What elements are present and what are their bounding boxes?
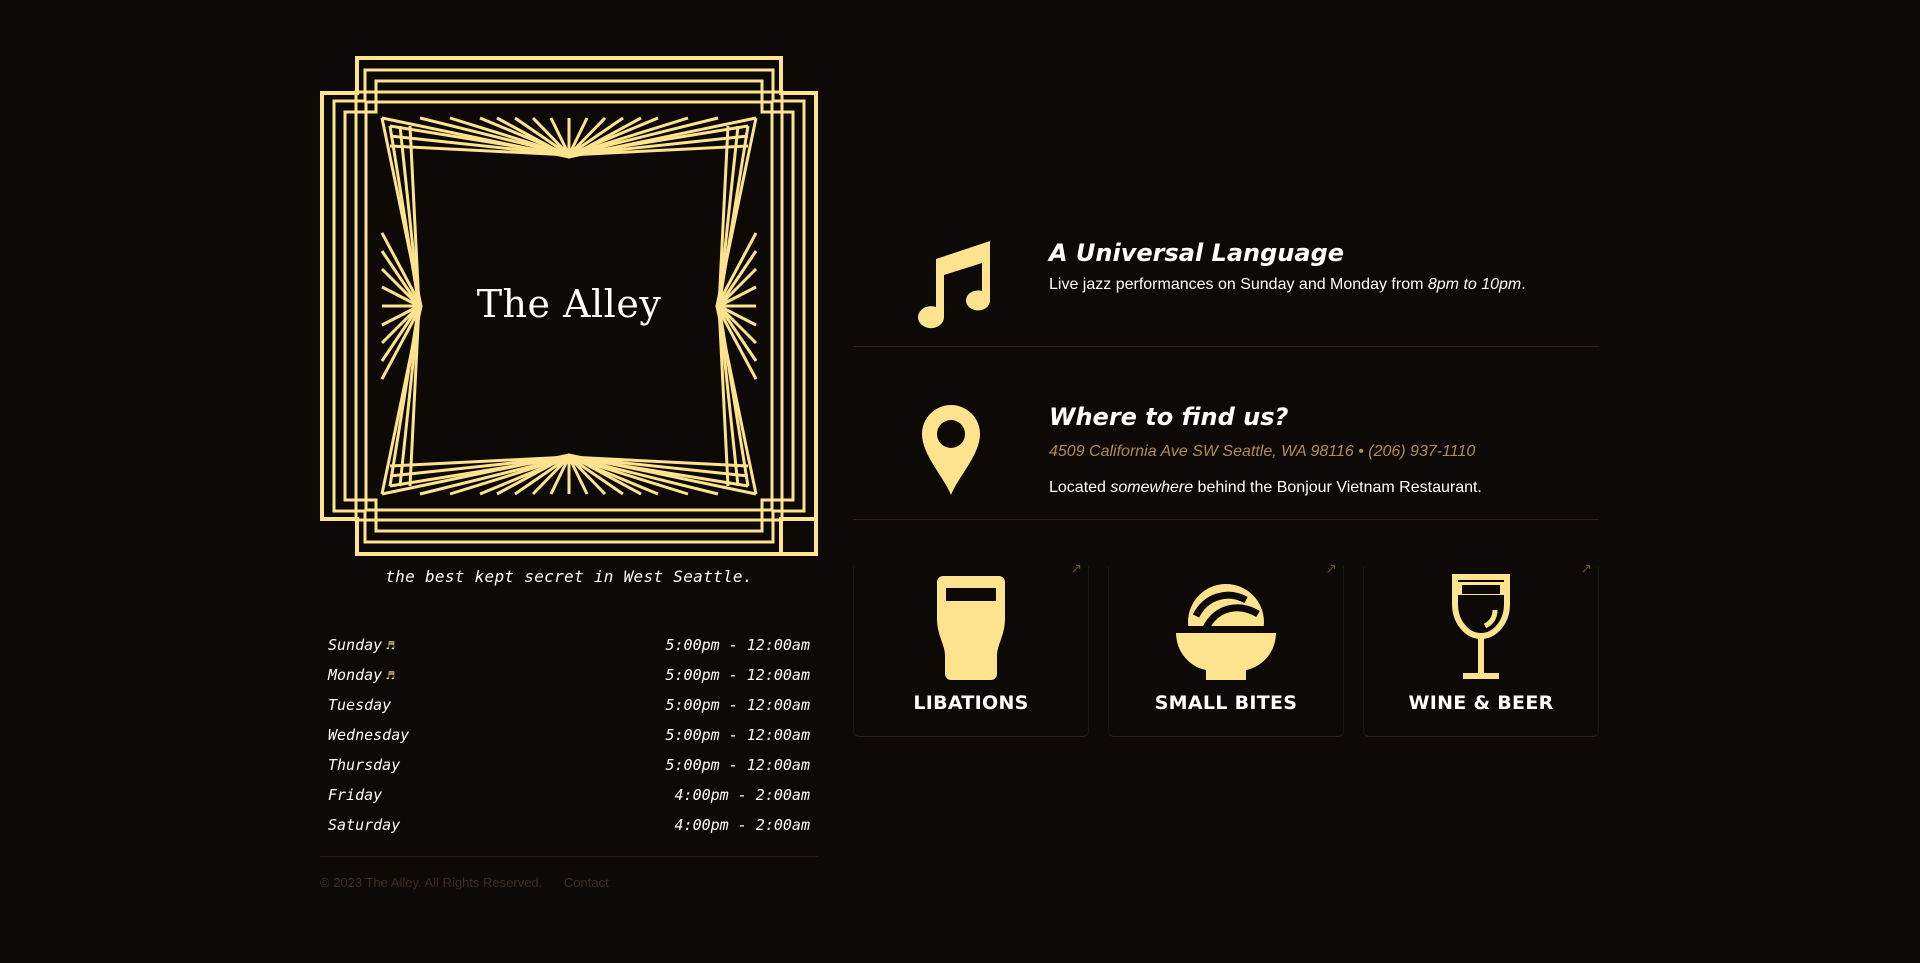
hours-time: 5:00pm - 12:00am (665, 636, 811, 654)
hours-time: 5:00pm - 12:00am (665, 726, 811, 744)
hours-day: Monday ♬ (328, 666, 395, 684)
card-label: LIBATIONS (913, 692, 1029, 714)
menu-cards: ↗ LIBATIONS ↗ SMALL BITES ↗ WINE & BEER (853, 561, 1599, 737)
hours-time: 5:00pm - 12:00am (665, 756, 811, 774)
location-section: Where to find us? 4509 California Ave SW… (853, 347, 1599, 520)
hours-row: Monday ♬ 5:00pm - 12:00am (328, 660, 810, 690)
hours-day: Sunday ♬ (328, 636, 395, 654)
copyright: © 2023 The Alley. All Rights Reserved. (320, 875, 543, 890)
menu-card-small-bites[interactable]: ↗ SMALL BITES (1108, 561, 1344, 737)
card-label: WINE & BEER (1408, 692, 1554, 714)
hours-time: 4:00pm - 2:00am (674, 816, 810, 834)
external-arrow-icon: ↗ (1325, 561, 1337, 577)
jazz-section: A Universal Language Live jazz performan… (853, 230, 1599, 347)
hours-row: Thursday 5:00pm - 12:00am (328, 750, 810, 780)
hours-row: Wednesday 5:00pm - 12:00am (328, 720, 810, 750)
hours-day: Friday (328, 786, 383, 804)
external-arrow-icon: ↗ (1580, 561, 1592, 577)
hours-row: Friday 4:00pm - 2:00am (328, 780, 810, 810)
hours-day: Tuesday (328, 696, 392, 714)
location-heading: Where to find us? (1049, 403, 1289, 431)
page: The Alley the best kept secret in West S… (0, 0, 1920, 963)
hours-row: Tuesday 5:00pm - 12:00am (328, 690, 810, 720)
hours-row: Saturday 4:00pm - 2:00am (328, 810, 810, 840)
footer: © 2023 The Alley. All Rights Reserved. C… (320, 875, 818, 890)
bowl-icon (1109, 566, 1343, 680)
menu-card-libations[interactable]: ↗ LIBATIONS (853, 561, 1089, 737)
left-column: The Alley the best kept secret in West S… (320, 56, 818, 890)
hours-time: 5:00pm - 12:00am (665, 696, 811, 714)
right-column: A Universal Language Live jazz performan… (853, 230, 1599, 737)
address[interactable]: 4509 California Ave SW Seattle, WA 98116… (1049, 443, 1599, 461)
hours-time: 4:00pm - 2:00am (674, 786, 810, 804)
contact-link[interactable]: Contact (564, 875, 609, 890)
jazz-text: A Universal Language Live jazz performan… (1049, 239, 1599, 294)
music-note-icon: ♬ (386, 669, 395, 684)
jazz-heading: A Universal Language (1049, 239, 1345, 267)
logo-title: The Alley (476, 282, 662, 326)
music-note-icon (853, 239, 1049, 331)
music-note-icon: ♬ (386, 639, 395, 654)
hours-day: Thursday (328, 756, 401, 774)
location-description: Located somewhere behind the Bonjour Vie… (1049, 479, 1482, 496)
logo: The Alley (320, 56, 818, 556)
menu-card-wine-beer[interactable]: ↗ WINE & BEER (1363, 561, 1599, 737)
location-text: Where to find us? 4509 California Ave SW… (1049, 403, 1599, 497)
hours-time: 5:00pm - 12:00am (665, 666, 811, 684)
external-arrow-icon: ↗ (1070, 561, 1082, 577)
map-pin-icon (853, 405, 1049, 495)
divider (320, 856, 818, 857)
tagline: the best kept secret in West Seattle. (385, 567, 753, 586)
hours-day: Saturday (328, 816, 401, 834)
hours-day: Wednesday (328, 726, 410, 744)
pint-glass-icon (854, 566, 1088, 680)
wine-glass-icon (1364, 566, 1598, 680)
card-label: SMALL BITES (1154, 692, 1298, 714)
jazz-description: Live jazz performances on Sunday and Mon… (1049, 276, 1526, 293)
hours-table: Sunday ♬ 5:00pm - 12:00am Monday ♬ 5:00pm … (320, 630, 818, 840)
hours-row: Sunday ♬ 5:00pm - 12:00am (328, 630, 810, 660)
